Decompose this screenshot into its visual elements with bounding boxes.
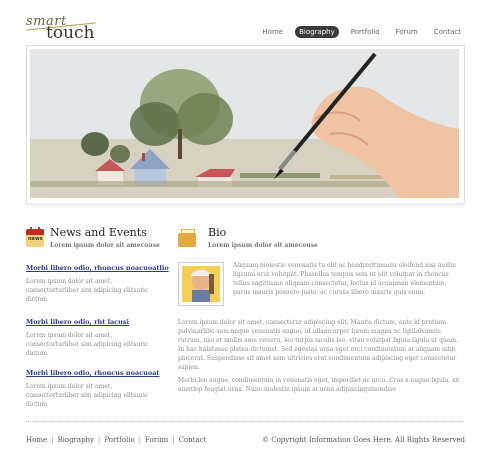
calendar-icon: news	[26, 227, 44, 247]
news-item-desc: Lorem ipsum dolor sit amet, consectortur…	[26, 278, 149, 303]
footer-separator: |	[51, 436, 54, 444]
footer-separator: |	[138, 436, 142, 444]
bio-paragraph-3: Morbi leo augue, condimentum in venenati…	[178, 377, 460, 393]
news-subtitle: Lorem ipsum dolor sit amecouse	[50, 242, 160, 249]
hero-illustration	[30, 49, 459, 198]
portrait-image	[182, 266, 220, 302]
footer-link-home[interactable]: Home	[26, 436, 47, 444]
nav-home[interactable]: Home	[258, 26, 287, 38]
calendar-label: news	[28, 236, 43, 242]
mail-icon	[178, 229, 196, 247]
portrait-illustration	[182, 266, 220, 302]
bio-subtitle: Lorem ipsum dolor sit amecouse	[208, 242, 318, 249]
bio-paragraph-1: Aliquam molestie venenatis tu elit ac he…	[233, 262, 456, 296]
footer-link-contact[interactable]: Contact	[179, 436, 207, 444]
copyright-text: © Copyright Information Goes Here. All R…	[262, 436, 465, 444]
news-item-link[interactable]: Morbi libero odio, rhoncus noacuoatlio	[26, 264, 169, 272]
footer-nav: Home | Biography | Portfolio | Forum | C…	[26, 436, 206, 444]
mail-envelope	[178, 233, 196, 247]
footer-separator: |	[98, 436, 101, 444]
bio-paragraph-2: Lorem ipsum dolor sit amet, consectetur …	[178, 319, 459, 371]
footer-link-forum[interactable]: Forum	[145, 436, 168, 444]
news-item-desc: Lorem ipsum dolor sit amet, consectortur…	[26, 383, 149, 408]
main-nav: Home Biography Portfolio Forum Contact	[258, 26, 465, 38]
logo-line2: touch	[46, 23, 95, 43]
nav-portfolio[interactable]: Portfolio	[347, 26, 384, 38]
bio-heading: Bio	[208, 226, 227, 239]
nav-biography[interactable]: Biography	[295, 26, 339, 38]
site-logo[interactable]: smart touch	[26, 14, 106, 43]
footer-separator: |	[172, 436, 175, 444]
news-heading: News and Events	[50, 226, 147, 239]
hero-painting	[30, 49, 459, 198]
nav-contact[interactable]: Contact	[430, 26, 465, 38]
footer-link-biography[interactable]: Biography	[57, 436, 94, 444]
hero-shadow	[26, 203, 463, 209]
footer-divider	[26, 421, 463, 422]
news-item-link[interactable]: Morbi libero odio, rht lacusi	[26, 318, 129, 326]
nav-forum[interactable]: Forum	[392, 26, 422, 38]
footer-link-portfolio[interactable]: Portfolio	[104, 436, 134, 444]
news-item-link[interactable]: Morbi libero odio, rhoncus noacuoat	[26, 369, 159, 377]
hero-banner	[26, 45, 465, 204]
news-item-desc: Lorem ipsum dolor sit amet, consectortur…	[26, 332, 149, 357]
bio-portrait	[178, 262, 224, 306]
